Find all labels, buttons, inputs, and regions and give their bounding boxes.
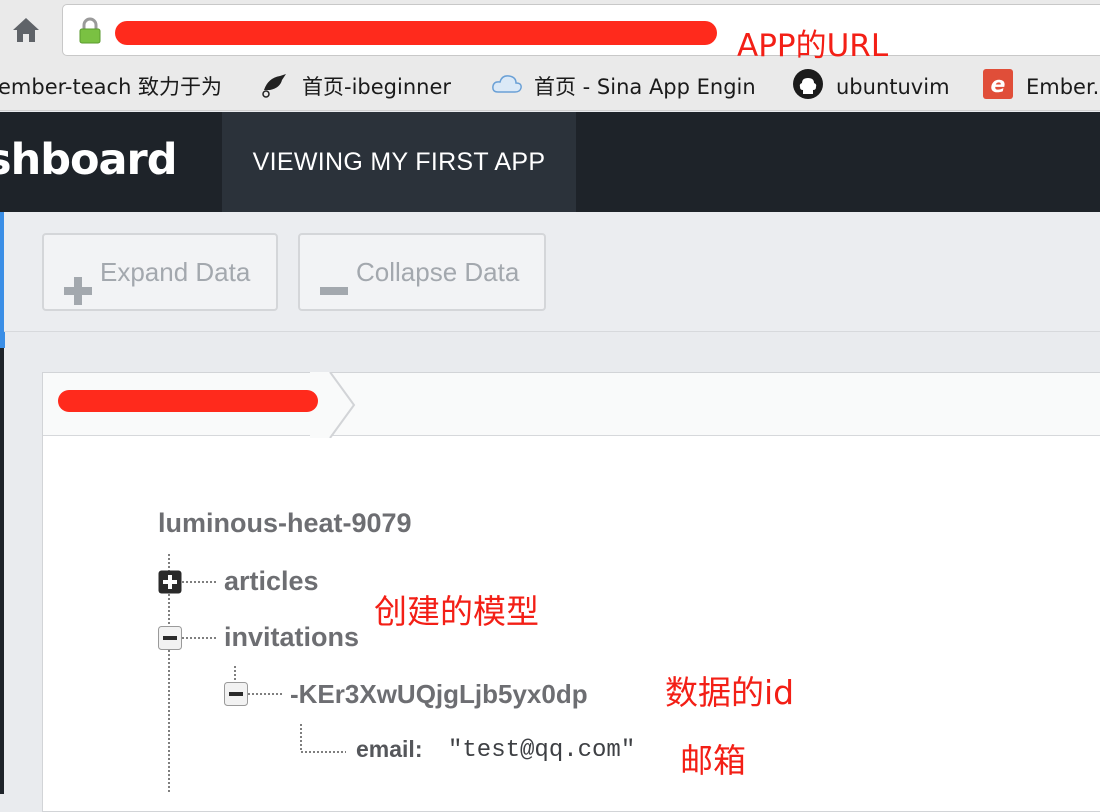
- url-bar[interactable]: [62, 4, 1100, 56]
- expand-data-button[interactable]: Expand Data: [42, 233, 278, 311]
- bookmark-ember-teach[interactable]: ember-teach 致力于为: [0, 70, 222, 104]
- plus-icon: [64, 259, 92, 305]
- breadcrumb-chevron: [310, 371, 360, 439]
- tab-viewing-app[interactable]: VIEWING MY FIRST APP: [222, 112, 576, 212]
- lock-icon: [77, 17, 103, 45]
- redacted-url-mark: [115, 21, 717, 45]
- minus-icon: [320, 259, 348, 295]
- bookmark-ubuntuvim[interactable]: ubuntuvim: [836, 70, 950, 104]
- collapse-icon[interactable]: [224, 682, 248, 706]
- collapse-data-label: Collapse Data: [356, 257, 520, 287]
- github-icon: [792, 68, 824, 100]
- tree-root: luminous-heat-9079: [158, 508, 412, 538]
- url-annotation: APP的URL: [737, 28, 889, 64]
- tree-node-invitations[interactable]: invitations: [224, 622, 359, 653]
- bookmark-ibeginner[interactable]: 首页-ibeginner: [302, 70, 451, 104]
- bookmarks-bar: ember-teach 致力于为 首页-ibeginner 首页 - Sina …: [0, 64, 1100, 111]
- home-icon[interactable]: [10, 14, 42, 46]
- bookmark-sina-app-engine[interactable]: 首页 - Sina App Engin: [534, 70, 756, 104]
- svg-text:e: e: [991, 73, 1006, 98]
- dashboard-title: shboard: [0, 135, 178, 185]
- expand-data-label: Expand Data: [100, 257, 251, 287]
- tree-node-articles[interactable]: articles: [224, 566, 319, 597]
- field-key-email: email:: [356, 736, 423, 762]
- field-value-email[interactable]: "test@qq.com": [448, 737, 635, 764]
- expand-icon[interactable]: [158, 570, 182, 594]
- redacted-breadcrumb-mark: [58, 390, 318, 412]
- cloud-icon: [490, 68, 522, 100]
- collapse-data-button[interactable]: Collapse Data: [298, 233, 546, 311]
- annotation-mailbox: 邮箱: [680, 741, 746, 780]
- annotation-data-id: 数据的id: [665, 673, 795, 712]
- collapse-icon[interactable]: [158, 626, 182, 650]
- bird-icon: [258, 68, 290, 100]
- tree-node-record-id[interactable]: -KEr3XwUQjgLjb5yx0dp: [290, 679, 588, 710]
- ember-icon: e: [982, 68, 1014, 100]
- bookmark-ember[interactable]: Ember.: [1026, 70, 1099, 104]
- annotation-model: 创建的模型: [374, 592, 539, 631]
